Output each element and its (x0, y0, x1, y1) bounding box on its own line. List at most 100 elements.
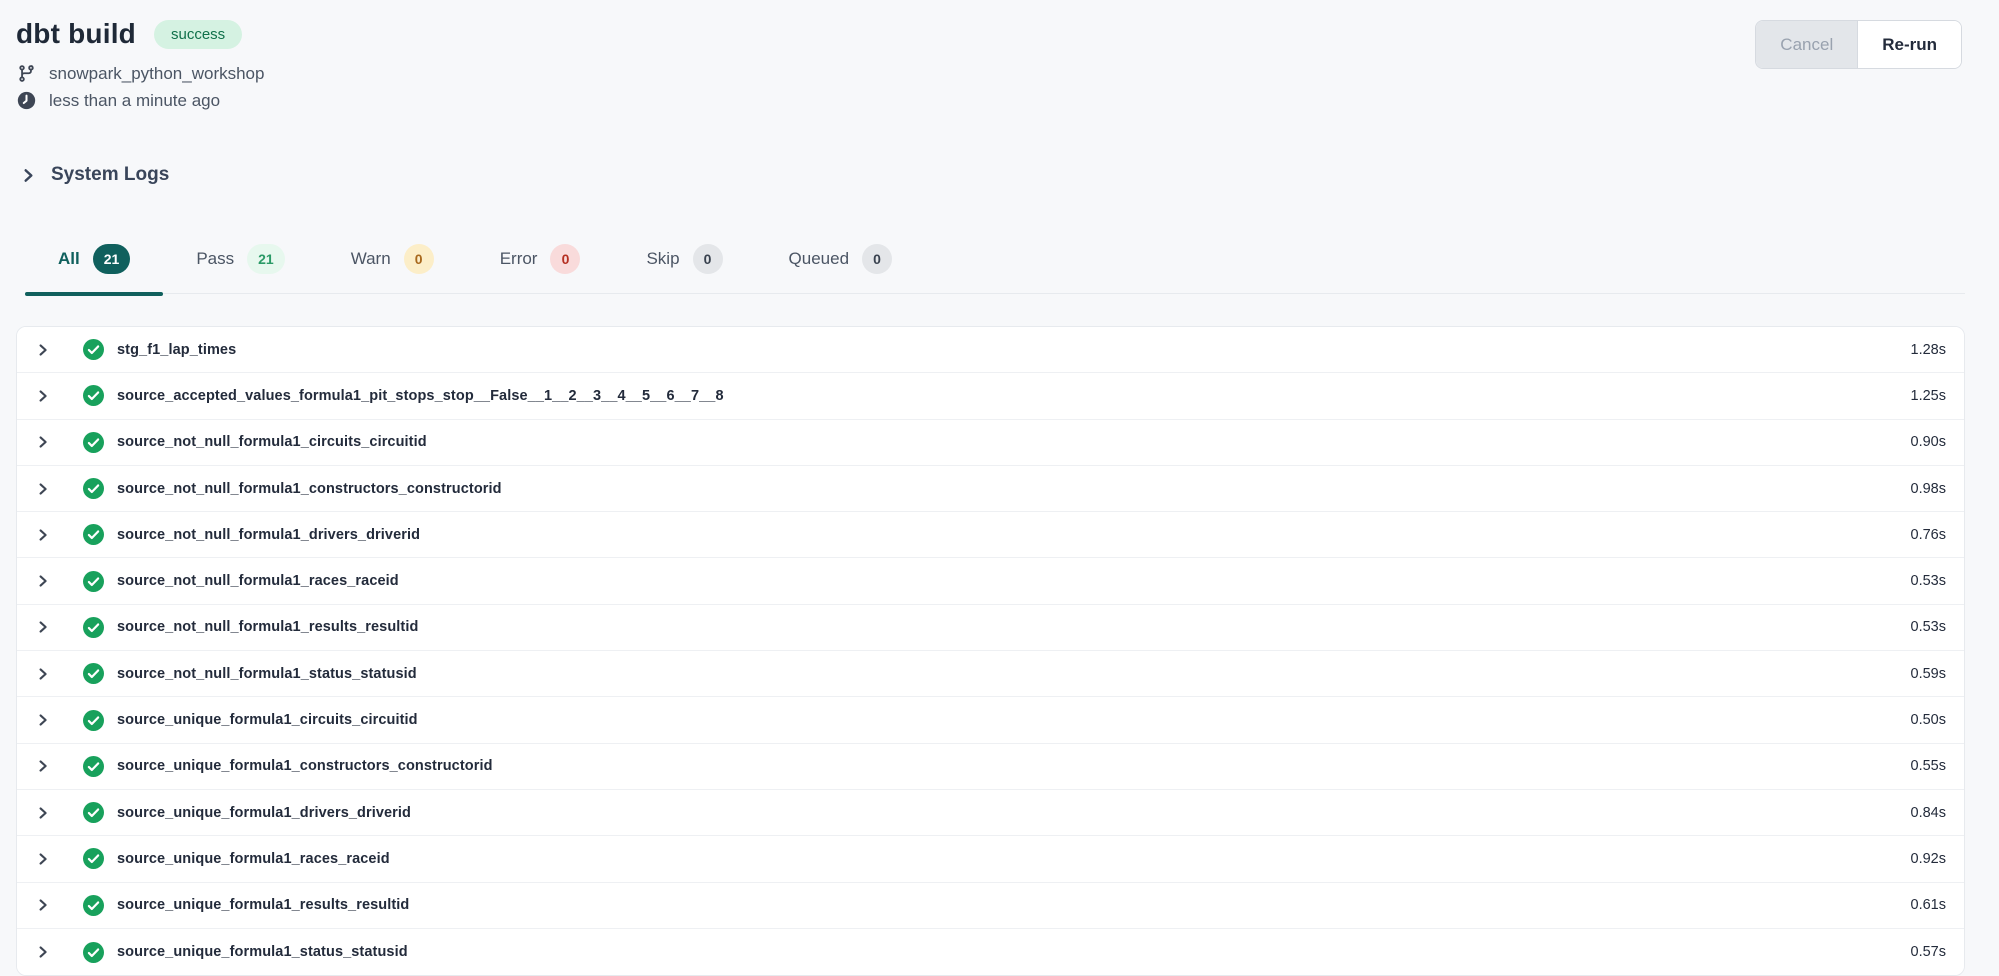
success-check-icon (83, 339, 104, 360)
chevron-right-icon[interactable] (36, 574, 50, 588)
tab-count-badge: 0 (693, 244, 723, 274)
result-duration: 0.61s (1911, 897, 1946, 913)
time-ago: less than a minute ago (49, 91, 220, 111)
result-row[interactable]: source_not_null_formula1_results_resulti… (17, 605, 1964, 651)
tab-queued[interactable]: Queued 0 (756, 235, 926, 293)
result-row[interactable]: source_accepted_values_formula1_pit_stop… (17, 373, 1964, 419)
success-check-icon (83, 756, 104, 777)
chevron-right-icon[interactable] (36, 389, 50, 403)
chevron-right-icon[interactable] (36, 852, 50, 866)
result-row[interactable]: source_unique_formula1_drivers_driverid … (17, 790, 1964, 836)
result-name: source_accepted_values_formula1_pit_stop… (117, 388, 724, 404)
rerun-button[interactable]: Re-run (1858, 21, 1961, 68)
tab-label: Queued (789, 249, 850, 269)
time-row: less than a minute ago (17, 87, 1965, 114)
result-name: stg_f1_lap_times (117, 342, 236, 358)
chevron-right-icon[interactable] (36, 898, 50, 912)
chevron-right-icon[interactable] (36, 343, 50, 357)
result-name: source_unique_formula1_constructors_cons… (117, 758, 493, 774)
branch-name: snowpark_python_workshop (49, 64, 264, 84)
tab-label: Skip (646, 249, 679, 269)
tab-count-badge: 0 (862, 244, 892, 274)
result-duration: 1.28s (1911, 342, 1946, 358)
success-check-icon (83, 663, 104, 684)
result-duration: 0.50s (1911, 712, 1946, 728)
tab-count-badge: 0 (404, 244, 434, 274)
result-row[interactable]: stg_f1_lap_times 1.28s (17, 327, 1964, 373)
tab-label: Error (500, 249, 538, 269)
result-row[interactable]: source_not_null_formula1_drivers_driveri… (17, 512, 1964, 558)
branch-row: snowpark_python_workshop (17, 60, 1965, 87)
success-check-icon (83, 710, 104, 731)
success-check-icon (83, 802, 104, 823)
result-row[interactable]: source_unique_formula1_status_statusid 0… (17, 929, 1964, 975)
success-check-icon (83, 432, 104, 453)
result-name: source_not_null_formula1_circuits_circui… (117, 434, 427, 450)
status-badge: success (154, 20, 242, 49)
result-row[interactable]: source_unique_formula1_constructors_cons… (17, 744, 1964, 790)
run-actions: Cancel Re-run (1755, 20, 1962, 69)
status-tabs: All 21 Pass 21 Warn 0 Error 0 Skip 0 Que… (25, 235, 1965, 294)
success-check-icon (83, 571, 104, 592)
success-check-icon (83, 895, 104, 916)
tab-count-badge: 21 (247, 244, 285, 274)
tab-count-badge: 0 (550, 244, 580, 274)
result-duration: 0.53s (1911, 573, 1946, 589)
git-branch-icon (17, 64, 36, 83)
chevron-right-icon[interactable] (36, 620, 50, 634)
result-duration: 0.90s (1911, 434, 1946, 450)
result-name: source_unique_formula1_races_raceid (117, 851, 390, 867)
result-row[interactable]: source_not_null_formula1_constructors_co… (17, 466, 1964, 512)
tab-label: Warn (351, 249, 391, 269)
result-duration: 0.98s (1911, 481, 1946, 497)
tab-label: Pass (196, 249, 234, 269)
result-duration: 0.55s (1911, 758, 1946, 774)
result-row[interactable]: source_unique_formula1_circuits_circuiti… (17, 697, 1964, 743)
chevron-right-icon[interactable] (36, 759, 50, 773)
success-check-icon (83, 617, 104, 638)
results-list: stg_f1_lap_times 1.28s source_accepted_v… (16, 326, 1965, 976)
result-duration: 0.84s (1911, 805, 1946, 821)
success-check-icon (83, 524, 104, 545)
tab-all[interactable]: All 21 (25, 235, 163, 293)
success-check-icon (83, 942, 104, 963)
cancel-button[interactable]: Cancel (1756, 21, 1858, 68)
success-check-icon (83, 848, 104, 869)
chevron-right-icon[interactable] (36, 945, 50, 959)
clock-icon (17, 91, 36, 110)
chevron-right-icon[interactable] (36, 667, 50, 681)
tab-count-badge: 21 (93, 244, 131, 274)
result-duration: 0.53s (1911, 619, 1946, 635)
result-row[interactable]: source_not_null_formula1_races_raceid 0.… (17, 558, 1964, 604)
result-name: source_not_null_formula1_drivers_driveri… (117, 527, 420, 543)
result-duration: 0.76s (1911, 527, 1946, 543)
result-duration: 0.92s (1911, 851, 1946, 867)
result-row[interactable]: source_not_null_formula1_circuits_circui… (17, 420, 1964, 466)
result-name: source_unique_formula1_circuits_circuiti… (117, 712, 418, 728)
result-duration: 0.59s (1911, 666, 1946, 682)
result-row[interactable]: source_unique_formula1_races_raceid 0.92… (17, 836, 1964, 882)
result-name: source_unique_formula1_status_statusid (117, 944, 408, 960)
page-title: dbt build (16, 18, 136, 50)
tab-warn[interactable]: Warn 0 (318, 235, 467, 293)
result-name: source_not_null_formula1_races_raceid (117, 573, 399, 589)
tab-pass[interactable]: Pass 21 (163, 235, 317, 293)
result-name: source_unique_formula1_drivers_driverid (117, 805, 411, 821)
chevron-right-icon[interactable] (36, 528, 50, 542)
chevron-right-icon[interactable] (36, 435, 50, 449)
chevron-right-icon[interactable] (36, 482, 50, 496)
tab-skip[interactable]: Skip 0 (613, 235, 755, 293)
run-header: dbt build success Cancel Re-run snowpark… (0, 0, 1999, 114)
system-logs-toggle[interactable]: System Logs (21, 164, 169, 186)
tab-label: All (58, 249, 80, 269)
result-row[interactable]: source_unique_formula1_results_resultid … (17, 883, 1964, 929)
result-row[interactable]: source_not_null_formula1_status_statusid… (17, 651, 1964, 697)
result-name: source_not_null_formula1_status_statusid (117, 666, 417, 682)
result-duration: 0.57s (1911, 944, 1946, 960)
success-check-icon (83, 385, 104, 406)
tab-error[interactable]: Error 0 (467, 235, 614, 293)
chevron-right-icon[interactable] (36, 713, 50, 727)
system-logs-label: System Logs (51, 164, 169, 186)
chevron-right-icon[interactable] (36, 806, 50, 820)
result-name: source_not_null_formula1_results_resulti… (117, 619, 418, 635)
